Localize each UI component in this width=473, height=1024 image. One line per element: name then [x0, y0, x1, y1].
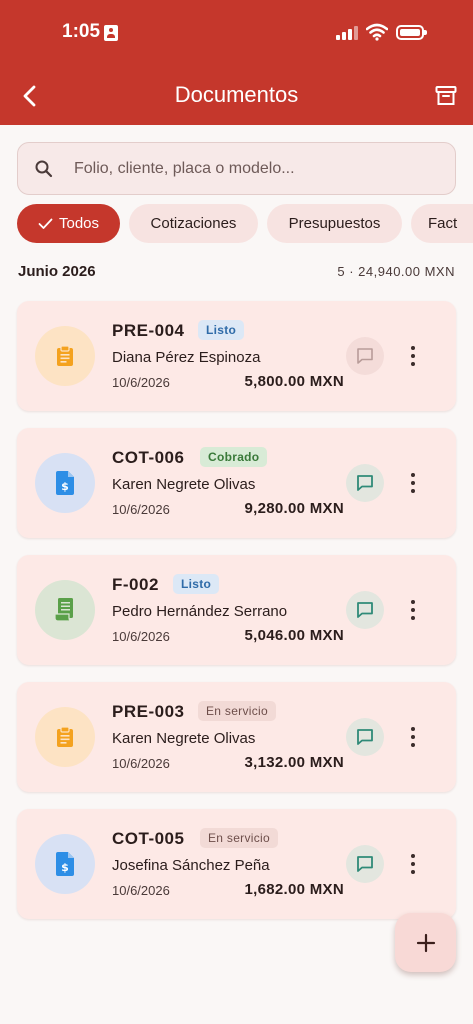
document-folio: COT-006	[112, 448, 185, 467]
message-icon	[357, 475, 373, 491]
wifi-icon	[365, 23, 389, 46]
document-folio: F-002	[112, 575, 159, 594]
document-card[interactable]: $ COT-006 Cobrado Karen Negrete Olivas 1…	[17, 428, 456, 538]
status-badge: En servicio	[198, 701, 276, 721]
check-icon	[38, 218, 53, 229]
filter-chip-facturas[interactable]: Fact	[411, 204, 473, 243]
client-name: Pedro Hernández Serrano	[112, 603, 288, 620]
document-card[interactable]: PRE-003 En servicio Karen Negrete Olivas…	[17, 682, 456, 792]
archive-icon	[435, 86, 457, 105]
message-icon	[357, 856, 373, 872]
more-options-button[interactable]	[403, 847, 423, 881]
message-button[interactable]	[346, 464, 384, 502]
more-options-button[interactable]	[403, 339, 423, 373]
search-bar	[17, 142, 456, 195]
filter-chips: Todos Cotizaciones Presupuestos Fact	[17, 204, 473, 244]
status-bar: 1:05	[0, 0, 473, 64]
message-icon	[357, 602, 373, 618]
message-button[interactable]	[346, 337, 384, 375]
more-options-button[interactable]	[403, 466, 423, 500]
invoice-dollar-icon: $	[56, 471, 74, 495]
document-card[interactable]: $ COT-005 En servicio Josefina Sánchez P…	[17, 809, 456, 919]
document-folio: PRE-003	[112, 702, 185, 721]
document-avatar: $	[35, 453, 95, 513]
message-icon	[357, 348, 373, 364]
document-avatar	[35, 707, 95, 767]
search-input[interactable]	[74, 143, 444, 194]
filter-chip-todos[interactable]: Todos	[17, 204, 120, 243]
battery-icon	[396, 25, 427, 40]
document-date: 10/6/2026	[112, 883, 170, 898]
filter-chip-label: Presupuestos	[288, 215, 381, 232]
month-summary: 5 · 24,940.00 MXN	[337, 264, 455, 279]
document-avatar	[35, 580, 95, 640]
archive-button[interactable]	[430, 80, 462, 112]
document-amount: 5,046.00 MXN	[244, 627, 344, 644]
message-icon	[357, 729, 373, 745]
message-button[interactable]	[346, 591, 384, 629]
plus-icon	[416, 933, 435, 952]
document-amount: 9,280.00 MXN	[244, 500, 344, 517]
document-amount: 1,682.00 MXN	[244, 881, 344, 898]
more-options-button[interactable]	[403, 593, 423, 627]
receipt-icon	[54, 598, 73, 622]
filter-chip-label: Fact	[428, 215, 458, 232]
document-folio: COT-005	[112, 829, 185, 848]
more-options-button[interactable]	[403, 720, 423, 754]
document-date: 10/6/2026	[112, 629, 170, 644]
message-button[interactable]	[346, 845, 384, 883]
id-card-icon	[104, 25, 118, 41]
filter-chip-cotizaciones[interactable]: Cotizaciones	[129, 204, 258, 243]
search-icon	[35, 160, 53, 178]
document-avatar	[35, 326, 95, 386]
svg-text:$: $	[61, 480, 69, 493]
month-header: Junio 2026	[18, 263, 96, 280]
cellular-signal-icon	[336, 26, 358, 40]
client-name: Karen Negrete Olivas	[112, 476, 256, 493]
clipboard-icon	[57, 345, 73, 366]
app-bar: Documentos	[0, 64, 473, 125]
status-badge: Listo	[173, 574, 220, 594]
clipboard-icon	[57, 726, 73, 747]
status-badge: En servicio	[200, 828, 278, 848]
document-date: 10/6/2026	[112, 375, 170, 390]
page-title: Documentos	[174, 82, 299, 107]
document-date: 10/6/2026	[112, 502, 170, 517]
document-card[interactable]: PRE-004 Listo Diana Pérez Espinoza 10/6/…	[17, 301, 456, 411]
filter-chip-presupuestos[interactable]: Presupuestos	[267, 204, 402, 243]
client-name: Karen Negrete Olivas	[112, 730, 256, 747]
status-time: 1:05	[62, 21, 101, 42]
invoice-dollar-icon: $	[56, 852, 74, 876]
message-button[interactable]	[346, 718, 384, 756]
add-document-button[interactable]	[395, 913, 456, 972]
document-amount: 3,132.00 MXN	[244, 754, 344, 771]
svg-text:$: $	[61, 861, 69, 874]
document-date: 10/6/2026	[112, 756, 170, 771]
status-badge: Listo	[198, 320, 245, 340]
document-avatar: $	[35, 834, 95, 894]
document-card[interactable]: F-002 Listo Pedro Hernández Serrano 10/6…	[17, 555, 456, 665]
status-badge: Cobrado	[200, 447, 268, 467]
filter-chip-label: Cotizaciones	[150, 215, 237, 232]
client-name: Diana Pérez Espinoza	[112, 349, 261, 366]
filter-chip-label: Todos	[58, 215, 100, 232]
client-name: Josefina Sánchez Peña	[112, 857, 270, 874]
document-amount: 5,800.00 MXN	[244, 373, 344, 390]
document-folio: PRE-004	[112, 321, 185, 340]
